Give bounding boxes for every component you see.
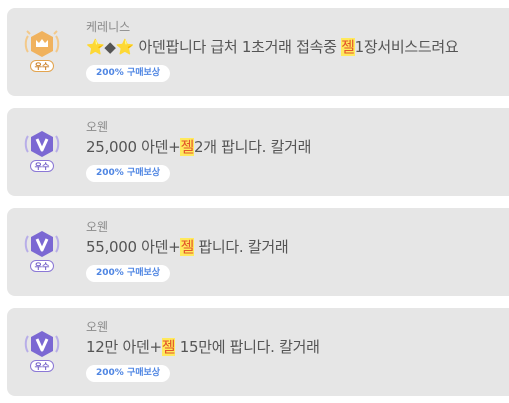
title-text-rest: 15만에 팝니다. 칼거래 [175, 338, 320, 356]
title-highlight: 젤 [180, 138, 194, 156]
seller-grade-badge: 우수 [22, 328, 62, 374]
grade-label: 우수 [30, 360, 54, 372]
title-text-rest: 1장서비스드려요 [354, 38, 459, 56]
listing-title[interactable]: 55,000 아덴+젤 팝니다. 칼거래 [86, 237, 289, 257]
title-text: 12만 아덴+ [86, 338, 162, 356]
listing-title[interactable]: 25,000 아덴+젤2개 팝니다. 칼거래 [86, 137, 311, 157]
seller-name: 오웬 [86, 220, 109, 234]
listing-list: 우수 케레니스 ⭐◆⭐ 아덴팝니다 급처 1초거래 접속중 젤1장서비스드려요 … [0, 0, 509, 403]
title-text-rest: 2개 팝니다. 칼거래 [193, 138, 312, 156]
title-text: 25,000 아덴+ [86, 138, 181, 156]
seller-name: 오웬 [86, 320, 109, 334]
title-highlight: 젤 [341, 38, 355, 56]
purchase-reward-badge: 200% 구매보상 [86, 65, 171, 82]
listing-card[interactable]: 우수 오웬 25,000 아덴+젤2개 팝니다. 칼거래 200% 구매보상 [7, 108, 509, 196]
purchase-reward-badge: 200% 구매보상 [86, 365, 171, 382]
grade-label: 우수 [30, 60, 54, 72]
purple-v-badge-icon [24, 331, 60, 357]
listing-card[interactable]: 우수 케레니스 ⭐◆⭐ 아덴팝니다 급처 1초거래 접속중 젤1장서비스드려요 … [7, 8, 509, 96]
title-text: 55,000 아덴+ [86, 238, 181, 256]
gold-crown-badge-icon [24, 30, 60, 57]
listing-title[interactable]: 12만 아덴+젤 15만에 팝니다. 칼거래 [86, 337, 320, 357]
title-highlight: 젤 [161, 338, 176, 356]
grade-label: 우수 [30, 160, 54, 172]
seller-name: 오웬 [86, 120, 109, 134]
title-text: ⭐◆⭐ 아덴팝니다 급처 1초거래 접속중 [86, 38, 342, 56]
title-highlight: 젤 [180, 238, 194, 256]
title-text-rest: 팝니다. 칼거래 [193, 238, 289, 256]
listing-card[interactable]: 우수 오웬 55,000 아덴+젤 팝니다. 칼거래 200% 구매보상 [7, 208, 509, 296]
purchase-reward-badge: 200% 구매보상 [86, 265, 171, 282]
purple-v-badge-icon [24, 131, 60, 157]
listing-title[interactable]: ⭐◆⭐ 아덴팝니다 급처 1초거래 접속중 젤1장서비스드려요 [86, 37, 459, 57]
seller-grade-badge: 우수 [22, 128, 62, 174]
seller-name: 케레니스 [86, 20, 131, 34]
purple-v-badge-icon [24, 231, 60, 257]
listing-card[interactable]: 우수 오웬 12만 아덴+젤 15만에 팝니다. 칼거래 200% 구매보상 [7, 308, 509, 396]
seller-grade-badge: 우수 [22, 228, 62, 274]
purchase-reward-badge: 200% 구매보상 [86, 165, 171, 182]
grade-label: 우수 [30, 260, 54, 272]
seller-grade-badge: 우수 [22, 28, 62, 74]
